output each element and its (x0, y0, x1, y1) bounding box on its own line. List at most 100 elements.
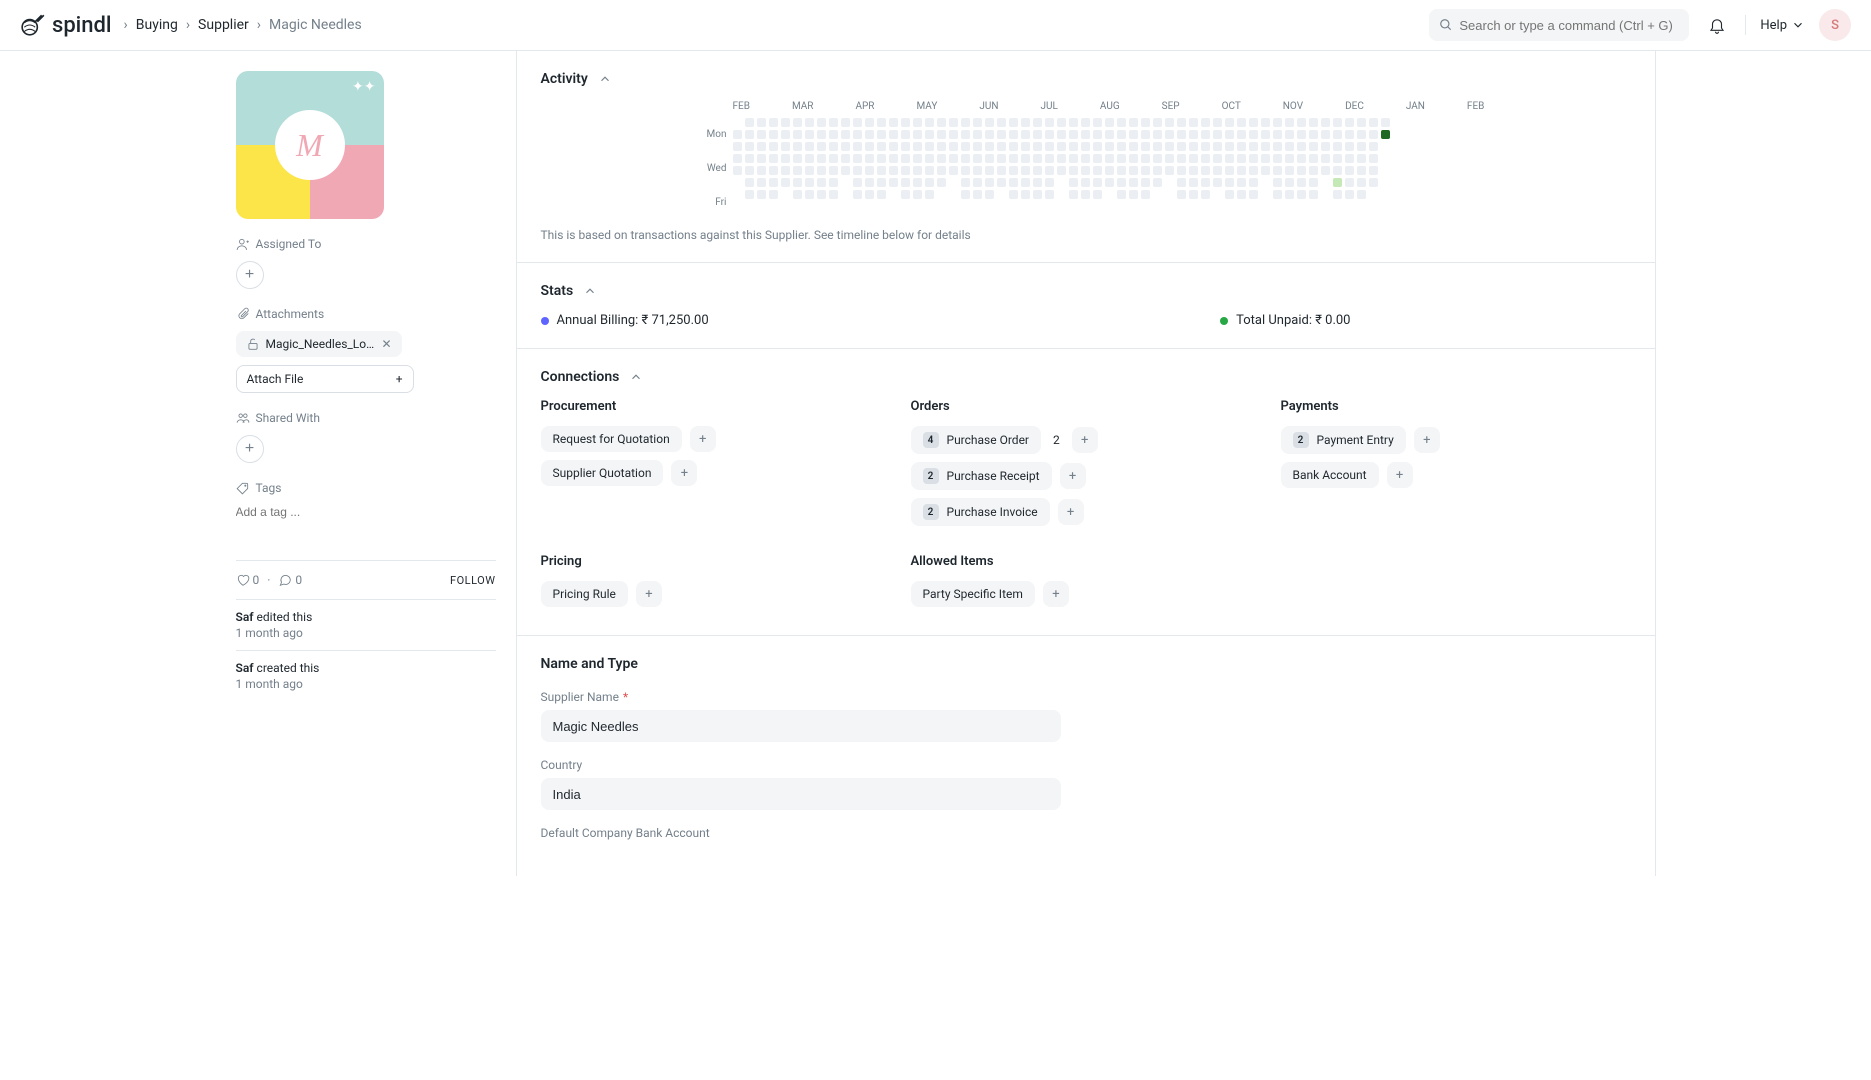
heatmap-cell[interactable] (1033, 142, 1042, 151)
heatmap-cell[interactable] (1333, 166, 1342, 175)
connection-link[interactable]: 4Purchase Order (911, 426, 1042, 454)
heatmap-cell[interactable] (829, 178, 838, 187)
app-logo[interactable]: spindl (20, 12, 112, 38)
heatmap-cell[interactable] (925, 118, 934, 127)
notifications-button[interactable] (1703, 11, 1731, 39)
heatmap-cell[interactable] (877, 130, 886, 139)
heatmap-cell[interactable] (793, 166, 802, 175)
heatmap-cell[interactable] (1153, 142, 1162, 151)
heatmap-cell[interactable] (1081, 166, 1090, 175)
heatmap-cell[interactable] (733, 166, 742, 175)
heatmap-cell[interactable] (733, 142, 742, 151)
heatmap-cell[interactable] (1069, 142, 1078, 151)
heatmap-cell[interactable] (1009, 118, 1018, 127)
heatmap-cell[interactable] (1237, 130, 1246, 139)
heatmap-cell[interactable] (1297, 190, 1306, 199)
heatmap-cell[interactable] (853, 190, 862, 199)
connection-link[interactable]: 2Purchase Invoice (911, 498, 1050, 526)
heatmap-cell[interactable] (889, 130, 898, 139)
heatmap-cell[interactable] (1273, 154, 1282, 163)
heatmap-cell[interactable] (1225, 166, 1234, 175)
heatmap-cell[interactable] (1129, 190, 1138, 199)
heatmap-cell[interactable] (1081, 154, 1090, 163)
heatmap-cell[interactable] (805, 130, 814, 139)
heatmap-cell[interactable] (793, 130, 802, 139)
heatmap-cell[interactable] (1297, 142, 1306, 151)
heatmap-cell[interactable] (1357, 166, 1366, 175)
heatmap-cell[interactable] (1021, 142, 1030, 151)
supplier-name-input[interactable] (541, 710, 1061, 742)
heatmap-cell[interactable] (1213, 130, 1222, 139)
add-connection-button[interactable]: + (636, 581, 662, 607)
heatmap-cell[interactable] (841, 166, 850, 175)
heatmap-cell[interactable] (901, 154, 910, 163)
heatmap-cell[interactable] (1309, 118, 1318, 127)
heatmap-cell[interactable] (1081, 118, 1090, 127)
heatmap-cell[interactable] (1273, 166, 1282, 175)
add-connection-button[interactable]: + (1060, 463, 1086, 489)
heatmap-cell[interactable] (829, 166, 838, 175)
heatmap-cell[interactable] (1081, 142, 1090, 151)
heatmap-cell[interactable] (1189, 178, 1198, 187)
heatmap-cell[interactable] (985, 178, 994, 187)
heatmap-cell[interactable] (1009, 190, 1018, 199)
heatmap-cell[interactable] (997, 178, 1006, 187)
heatmap-cell[interactable] (1249, 166, 1258, 175)
heatmap-cell[interactable] (1213, 166, 1222, 175)
add-connection-button[interactable]: + (1058, 499, 1084, 525)
heatmap-cell[interactable] (1249, 118, 1258, 127)
heatmap-cell[interactable] (1201, 154, 1210, 163)
heatmap-cell[interactable] (1105, 130, 1114, 139)
heatmap-cell[interactable] (781, 118, 790, 127)
remove-attachment-button[interactable]: ✕ (382, 337, 392, 351)
connection-link[interactable]: 2Payment Entry (1281, 426, 1406, 454)
heatmap-cell[interactable] (757, 190, 766, 199)
heatmap-cell[interactable] (889, 118, 898, 127)
heatmap-cell[interactable] (1237, 142, 1246, 151)
heatmap-cell[interactable] (1273, 190, 1282, 199)
heatmap-cell[interactable] (805, 142, 814, 151)
heatmap-cell[interactable] (877, 178, 886, 187)
heatmap-cell[interactable] (1009, 142, 1018, 151)
heatmap-cell[interactable] (1009, 178, 1018, 187)
heatmap-cell[interactable] (1369, 166, 1378, 175)
heatmap-cell[interactable] (1129, 130, 1138, 139)
heatmap-cell[interactable] (973, 142, 982, 151)
heatmap-cell[interactable] (1021, 178, 1030, 187)
heatmap-cell[interactable] (1165, 154, 1174, 163)
heatmap-cell[interactable] (1297, 154, 1306, 163)
heatmap-cell[interactable] (769, 154, 778, 163)
heatmap-cell[interactable] (985, 118, 994, 127)
heatmap-cell[interactable] (781, 154, 790, 163)
comments-button[interactable]: 0 (278, 573, 302, 587)
heatmap-cell[interactable] (1045, 142, 1054, 151)
heatmap-cell[interactable] (745, 118, 754, 127)
heatmap-cell[interactable] (1285, 166, 1294, 175)
heatmap-cell[interactable] (757, 118, 766, 127)
heatmap-cell[interactable] (1165, 118, 1174, 127)
heatmap-cell[interactable] (1357, 130, 1366, 139)
heatmap-cell[interactable] (877, 166, 886, 175)
heatmap-cell[interactable] (925, 178, 934, 187)
heatmap-cell[interactable] (961, 142, 970, 151)
heatmap-cell[interactable] (805, 190, 814, 199)
heatmap-cell[interactable] (1321, 118, 1330, 127)
heatmap-cell[interactable] (1021, 118, 1030, 127)
heatmap-cell[interactable] (1189, 118, 1198, 127)
heatmap-cell[interactable] (1177, 118, 1186, 127)
heatmap-cell[interactable] (1045, 154, 1054, 163)
connections-header[interactable]: Connections (541, 369, 1631, 385)
heatmap-cell[interactable] (997, 154, 1006, 163)
heatmap-cell[interactable] (877, 118, 886, 127)
heatmap-cell[interactable] (757, 142, 766, 151)
heatmap-cell[interactable] (745, 142, 754, 151)
heatmap-cell[interactable] (961, 130, 970, 139)
heatmap-cell[interactable] (973, 154, 982, 163)
heatmap-cell[interactable] (1201, 130, 1210, 139)
heatmap-cell[interactable] (1021, 190, 1030, 199)
heatmap-cell[interactable] (805, 118, 814, 127)
heatmap-cell[interactable] (1261, 130, 1270, 139)
heatmap-cell[interactable] (1273, 178, 1282, 187)
heatmap-cell[interactable] (937, 142, 946, 151)
heatmap-cell[interactable] (1129, 166, 1138, 175)
